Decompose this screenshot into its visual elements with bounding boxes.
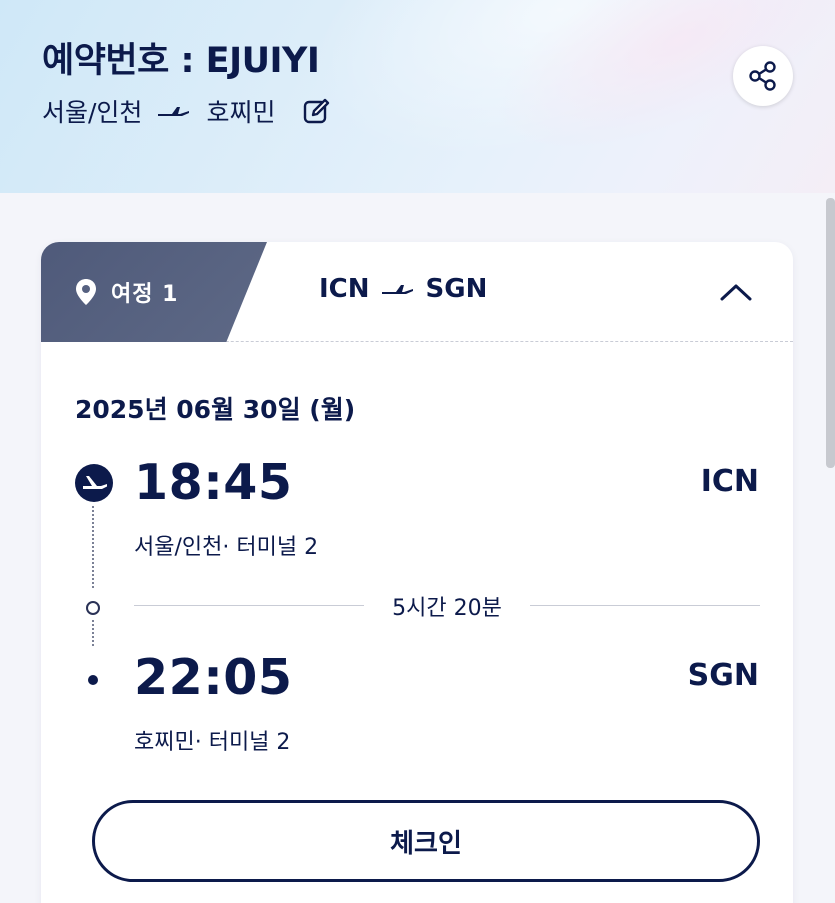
timeline-connector	[92, 506, 94, 588]
segment-tab-label: 여정 1	[111, 282, 179, 307]
route-summary: 서울/인천 호찌민	[42, 93, 331, 129]
page-title: 예약번호 : EJUIYI	[42, 41, 320, 81]
destination-city: 호찌민	[206, 98, 276, 127]
segment-route: ICN SGN	[319, 274, 487, 304]
segment-tab: 여정 1	[41, 242, 267, 342]
share-button[interactable]	[733, 46, 793, 106]
origin-city: 서울/인천	[42, 98, 143, 127]
timeline-connector	[92, 620, 94, 646]
arrival-dot	[88, 675, 98, 685]
departure-place: 서울/인천· 터미널 2	[134, 535, 319, 560]
edit-icon[interactable]	[301, 96, 331, 126]
departure-time: 18:45	[134, 454, 293, 511]
arrival-code: SGN	[687, 658, 759, 693]
flight-date: 2025년 06월 30일 (월)	[75, 395, 356, 424]
segment-to-code: SGN	[425, 274, 488, 304]
departure-code: ICN	[700, 464, 759, 499]
arrival-place: 호찌민· 터미널 2	[134, 730, 291, 755]
segment-header[interactable]: 여정 1 ICN SGN	[41, 242, 793, 342]
itinerary-card: 여정 1 ICN SGN 2025년 06월 30일 (월) 18:45 ICN…	[41, 242, 793, 903]
timeline-midpoint	[86, 601, 100, 615]
location-pin-icon	[76, 279, 96, 305]
checkin-button[interactable]: 체크인	[92, 800, 760, 882]
chevron-up-icon	[720, 284, 752, 301]
plane-arrow-icon	[381, 285, 413, 294]
plane-arrow-icon	[158, 107, 190, 116]
scrollbar[interactable]	[826, 198, 835, 468]
flight-duration-row: 5시간 20분	[134, 590, 760, 621]
segment-from-code: ICN	[319, 274, 370, 304]
collapse-button[interactable]	[717, 278, 755, 306]
divider	[530, 605, 760, 606]
arrival-time: 22:05	[134, 649, 293, 706]
share-icon	[749, 61, 776, 91]
flight-duration: 5시간 20분	[392, 596, 502, 621]
departure-plane-icon	[75, 464, 113, 502]
